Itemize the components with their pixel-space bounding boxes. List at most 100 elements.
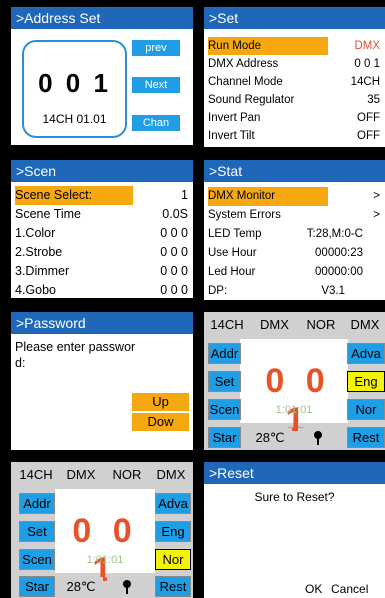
address-display: 0 0 1 14CH 01.01: [22, 40, 127, 138]
set-row-value: 35: [367, 94, 380, 106]
password-prompt-line1: Please enter passwor: [15, 340, 136, 354]
pin-icon: [107, 577, 147, 597]
set-button[interactable]: Set: [208, 371, 241, 392]
scen-button[interactable]: Scen: [208, 399, 241, 420]
set-row-label: Sound Regulator: [208, 94, 295, 106]
nor-button[interactable]: Nor: [347, 399, 385, 420]
address-set-title: >Address Set: [11, 7, 193, 29]
scen-title: >Scen: [11, 160, 193, 182]
scen-row-label: Scene Time: [15, 207, 82, 221]
scen-row-label: 1.Color: [15, 226, 56, 240]
stat-row-value: 00000:23: [315, 247, 363, 259]
set-row-value: DMX: [354, 40, 380, 52]
scen-row-value: 0 0 0: [160, 245, 188, 259]
prev-button[interactable]: prev: [131, 39, 181, 57]
address-set-panel: >Address Set 0 0 1 14CH 01.01 prev Next …: [11, 7, 193, 145]
down-button[interactable]: Dow: [132, 413, 189, 431]
stat-row-label: Led Hour: [208, 266, 256, 278]
scen-row-value: 0 0 0: [160, 226, 188, 240]
set-row-invert-tilt[interactable]: Invert Tilt OFF: [204, 127, 385, 145]
stat-row-value: >: [373, 209, 380, 221]
scen-row-label: 2.Strobe: [15, 245, 63, 259]
main-control-panel-a: 14CH DMX NOR DMX 0 0 1 1:01:01 Addr Set …: [204, 312, 385, 450]
reset-title: >Reset: [204, 462, 385, 484]
password-prompt: Please enter passwor d:: [11, 334, 193, 371]
scen-row-scene-time[interactable]: Scene Time 0.0S: [11, 205, 193, 224]
star-button[interactable]: Star: [208, 427, 241, 448]
set-row-invert-pan[interactable]: Invert Pan OFF: [204, 109, 385, 127]
set-row-label: Run Mode: [208, 37, 328, 55]
scen-row-strobe[interactable]: 2.Strobe 0 0 0: [11, 243, 193, 262]
time-value: 1:01:01: [275, 404, 313, 416]
ok-button[interactable]: OK: [305, 582, 322, 596]
set-panel: >Set Run Mode DMX DMX Address 0 0 1 Chan…: [204, 7, 385, 147]
scen-row-label: 3.Dimmer: [15, 264, 70, 278]
scen-row-color[interactable]: 1.Color 0 0 0: [11, 224, 193, 243]
star-button[interactable]: Star: [19, 576, 55, 597]
nor-button[interactable]: Nor: [155, 549, 191, 570]
stat-row-value: >: [373, 190, 380, 202]
next-button[interactable]: Next: [131, 76, 181, 94]
set-row-run-mode[interactable]: Run Mode DMX: [204, 37, 385, 55]
up-button[interactable]: Up: [132, 393, 189, 411]
chan-button[interactable]: Chan: [131, 114, 181, 132]
scen-row-gobo[interactable]: 4.Gobo 0 0 0: [11, 281, 193, 298]
reset-panel: >Reset Sure to Reset? OK Cancel: [204, 462, 385, 598]
stat-panel: >Stat DMX Monitor > System Errors > LED …: [204, 160, 385, 300]
scen-row-value: 1: [181, 188, 188, 202]
top-mode: DMX: [59, 465, 103, 485]
stat-row-label: LED Temp: [208, 228, 262, 240]
addr-button[interactable]: Addr: [19, 493, 55, 514]
time-value: 1:01:01: [86, 554, 124, 566]
set-title: >Set: [204, 7, 385, 29]
stat-row-label: DP:: [208, 285, 228, 297]
stat-row-value: T:28,M:0-C: [306, 228, 363, 240]
stat-row-led-temp: LED Temp T:28,M:0-C: [204, 225, 385, 244]
set-row-dmx-address[interactable]: DMX Address 0 0 1: [204, 55, 385, 73]
cancel-button[interactable]: Cancel: [331, 582, 368, 596]
stat-title: >Stat: [204, 160, 385, 182]
pin-icon: [298, 428, 338, 448]
rest-button[interactable]: Rest: [347, 427, 385, 448]
temp-value: 28℃: [59, 577, 103, 597]
scen-row-label: Scene Select:: [15, 186, 133, 205]
scen-button[interactable]: Scen: [19, 549, 55, 570]
rest-button[interactable]: Rest: [155, 576, 191, 597]
stat-row-system-errors[interactable]: System Errors >: [204, 206, 385, 225]
stat-row-dmx-monitor[interactable]: DMX Monitor >: [204, 187, 385, 206]
adva-button[interactable]: Adva: [347, 343, 385, 364]
set-row-sound-regulator[interactable]: Sound Regulator 35: [204, 91, 385, 109]
temp-value: 28℃: [248, 428, 292, 448]
set-row-label: Channel Mode: [208, 76, 283, 88]
adva-button[interactable]: Adva: [155, 493, 191, 514]
password-title: >Password: [11, 312, 193, 334]
top-channel: 14CH: [204, 315, 250, 335]
top-speed: NOR: [105, 465, 149, 485]
stat-row-label: System Errors: [208, 209, 281, 221]
set-row-value: OFF: [357, 130, 380, 142]
scen-row-value: 0 0 0: [160, 283, 188, 297]
eng-button[interactable]: Eng: [155, 521, 191, 542]
scen-row-scene-select[interactable]: Scene Select: 1: [11, 186, 193, 205]
addr-button[interactable]: Addr: [208, 343, 241, 364]
scen-panel: >Scen Scene Select: 1 Scene Time 0.0S 1.…: [11, 160, 193, 298]
stat-row-dp: DP: V3.1: [204, 282, 385, 300]
scen-row-value: 0.0S: [162, 207, 188, 221]
top-mode: DMX: [252, 315, 297, 335]
stat-row-value: V3.1: [321, 285, 345, 297]
password-prompt-line2: d:: [15, 356, 26, 370]
mode-value: 14CH 01.01: [42, 112, 107, 126]
set-row-label: Invert Tilt: [208, 130, 255, 142]
set-row-label: DMX Address: [208, 58, 279, 70]
stat-row-use-hour: Use Hour 00000:23: [204, 244, 385, 263]
set-button[interactable]: Set: [19, 521, 55, 542]
set-row-value: OFF: [357, 112, 380, 124]
top-speed: NOR: [299, 315, 343, 335]
password-panel: >Password Please enter passwor d: Up Dow: [11, 312, 193, 450]
main-control-panel-b: 14CH DMX NOR DMX 0 0 1 1:01:01 Addr Set …: [11, 462, 193, 598]
stat-row-label: DMX Monitor: [208, 187, 328, 206]
set-row-channel-mode[interactable]: Channel Mode 14CH: [204, 73, 385, 91]
top-signal: DMX: [151, 465, 191, 485]
eng-button[interactable]: Eng: [347, 371, 385, 392]
scen-row-dimmer[interactable]: 3.Dimmer 0 0 0: [11, 262, 193, 281]
